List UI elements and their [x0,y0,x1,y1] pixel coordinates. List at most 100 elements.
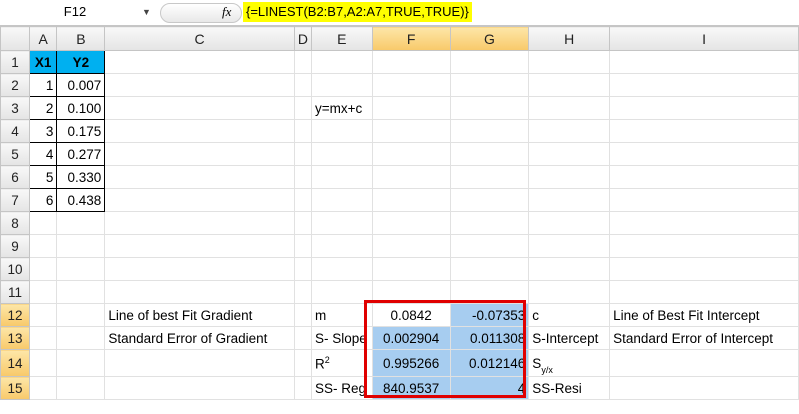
cell-A5[interactable]: 4 [28,142,58,166]
cell-G10[interactable] [449,257,530,281]
formula-input[interactable]: {=LINEST(B2:B7,A2:A7,TRUE,TRUE)} [243,2,472,22]
cell-H1[interactable] [528,50,611,74]
cell-D15[interactable] [293,376,313,400]
cell-H7[interactable] [528,188,611,212]
row-header-6[interactable]: 6 [0,165,30,189]
cell-F14[interactable]: 0.995266 [371,349,451,377]
cell-B2[interactable]: 0.007 [56,73,106,97]
cell-B12[interactable] [56,303,106,327]
row-header-2[interactable]: 2 [0,73,30,97]
cell-I2[interactable] [609,73,799,97]
cell-A10[interactable] [28,257,58,281]
cell-G12[interactable]: -0.07353 [449,303,530,327]
cell-H4[interactable] [528,119,611,143]
cell-G11[interactable] [449,280,530,304]
cell-C1[interactable] [104,50,295,74]
cell-C2[interactable] [104,73,295,97]
cell-F11[interactable] [371,280,451,304]
cell-I14[interactable] [609,349,799,377]
cell-C10[interactable] [104,257,295,281]
cell-C13[interactable]: Standard Error of Gradient [104,326,295,350]
cell-E7[interactable] [311,188,373,212]
cell-C3[interactable] [104,96,295,120]
cell-C4[interactable] [104,119,295,143]
column-header-H[interactable]: H [528,26,611,51]
row-header-15[interactable]: 15 [0,376,30,400]
cell-D8[interactable] [293,211,313,235]
cell-I1[interactable] [609,50,799,74]
column-header-F[interactable]: F [371,26,451,51]
row-header-11[interactable]: 11 [0,280,30,304]
cell-G4[interactable] [449,119,530,143]
cell-B10[interactable] [56,257,106,281]
cell-A7[interactable]: 6 [28,188,58,212]
cell-A9[interactable] [28,234,58,258]
cell-I5[interactable] [609,142,799,166]
cell-F6[interactable] [371,165,451,189]
row-header-7[interactable]: 7 [0,188,30,212]
cell-D2[interactable] [293,73,313,97]
cell-B15[interactable] [56,376,106,400]
cell-F1[interactable] [371,50,451,74]
cell-C11[interactable] [104,280,295,304]
cell-D9[interactable] [293,234,313,258]
cell-C6[interactable] [104,165,295,189]
cell-G9[interactable] [449,234,530,258]
cell-F3[interactable] [371,96,451,120]
cell-B7[interactable]: 0.438 [56,188,106,212]
cell-E13[interactable]: S- Slope [311,326,373,350]
column-header-D[interactable]: D [293,26,313,51]
cell-I4[interactable] [609,119,799,143]
column-header-A[interactable]: A [28,26,58,51]
cell-G6[interactable] [449,165,530,189]
cell-C14[interactable] [104,349,295,377]
cell-A12[interactable] [28,303,58,327]
cell-A11[interactable] [28,280,58,304]
cell-I7[interactable] [609,188,799,212]
cell-H3[interactable] [528,96,611,120]
cell-D12[interactable] [293,303,313,327]
cell-E8[interactable] [311,211,373,235]
cell-F12[interactable]: 0.0842 [371,303,451,327]
cell-D13[interactable] [293,326,313,350]
cell-G13[interactable]: 0.011308 [449,326,530,350]
cell-C9[interactable] [104,234,295,258]
row-header-10[interactable]: 10 [0,257,30,281]
cell-E6[interactable] [311,165,373,189]
cell-F13[interactable]: 0.002904 [371,326,451,350]
row-header-4[interactable]: 4 [0,119,30,143]
cell-D14[interactable] [293,349,313,377]
cell-H9[interactable] [528,234,611,258]
cell-H14[interactable]: Sy/x [528,349,611,377]
cell-I6[interactable] [609,165,799,189]
cell-H15[interactable]: SS-Resi [528,376,611,400]
cell-C5[interactable] [104,142,295,166]
function-icon[interactable]: fx [222,2,231,22]
column-header-B[interactable]: B [56,26,106,51]
cell-H12[interactable]: c [528,303,611,327]
cell-F10[interactable] [371,257,451,281]
name-box[interactable]: F12 [0,2,150,22]
cell-D1[interactable] [293,50,313,74]
cell-H10[interactable] [528,257,611,281]
cell-G8[interactable] [449,211,530,235]
cell-D3[interactable] [293,96,313,120]
cell-F2[interactable] [371,73,451,97]
cell-B14[interactable] [56,349,106,377]
cell-E11[interactable] [311,280,373,304]
row-header-9[interactable]: 9 [0,234,30,258]
cell-F4[interactable] [371,119,451,143]
cell-F9[interactable] [371,234,451,258]
cell-D11[interactable] [293,280,313,304]
cell-H5[interactable] [528,142,611,166]
cell-A4[interactable]: 3 [28,119,58,143]
chevron-down-icon[interactable]: ▼ [142,2,151,22]
cell-E15[interactable]: SS- Reg [311,376,373,400]
cell-B5[interactable]: 0.277 [56,142,106,166]
row-header-12[interactable]: 12 [0,303,30,327]
cell-G3[interactable] [449,96,530,120]
cell-I8[interactable] [609,211,799,235]
cell-A14[interactable] [28,349,58,377]
cell-B4[interactable]: 0.175 [56,119,106,143]
row-header-1[interactable]: 1 [0,50,30,74]
